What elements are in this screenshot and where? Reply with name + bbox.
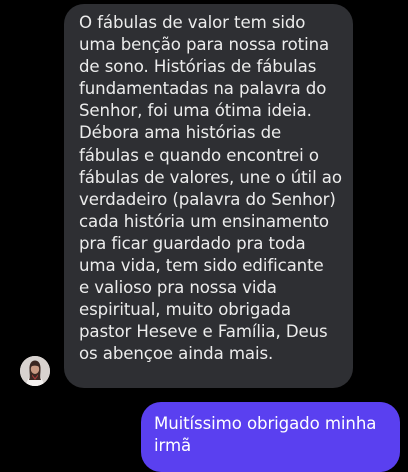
message-line: pastor Heseve e Família, Deus xyxy=(79,322,328,342)
message-line: espiritual, muito obrigada xyxy=(79,300,291,320)
message-line: de sono. Histórias de fábulas xyxy=(79,57,317,77)
message-line: os abençoe ainda mais. xyxy=(79,344,274,364)
message-line: fábulas de valores, une o útil ao xyxy=(79,167,342,187)
outgoing-message-bubble[interactable]: Muitíssimo obrigado minha irmã xyxy=(141,402,400,472)
message-line: e valioso pra nossa vida xyxy=(79,278,277,298)
message-line: pra ficar guardado pra toda xyxy=(79,233,306,253)
message-line: Senhor, foi uma ótima ideia. xyxy=(79,101,312,121)
message-line: cada história um ensinamento xyxy=(79,211,329,231)
message-thread: O fábulas de valor tem sido uma benção p… xyxy=(0,0,408,472)
message-line: fundamentadas na palavra do xyxy=(79,79,327,99)
message-line: Muitíssimo obrigado minha xyxy=(154,414,377,433)
incoming-message-bubble[interactable]: O fábulas de valor tem sido uma benção p… xyxy=(64,4,353,388)
message-line: Débora ama histórias de xyxy=(79,123,282,143)
sender-avatar[interactable] xyxy=(20,356,50,386)
user-avatar-photo-icon xyxy=(20,356,50,386)
message-line: O fábulas de valor tem sido xyxy=(79,13,306,32)
message-line: uma vida, tem sido edificante xyxy=(79,256,324,276)
message-line: uma benção para nossa rotina xyxy=(79,35,330,55)
message-line: irmã xyxy=(154,436,192,456)
message-line: fábulas e quando encontrei o xyxy=(79,145,319,165)
message-line: verdadeiro (palavra do Senhor) xyxy=(79,189,336,209)
